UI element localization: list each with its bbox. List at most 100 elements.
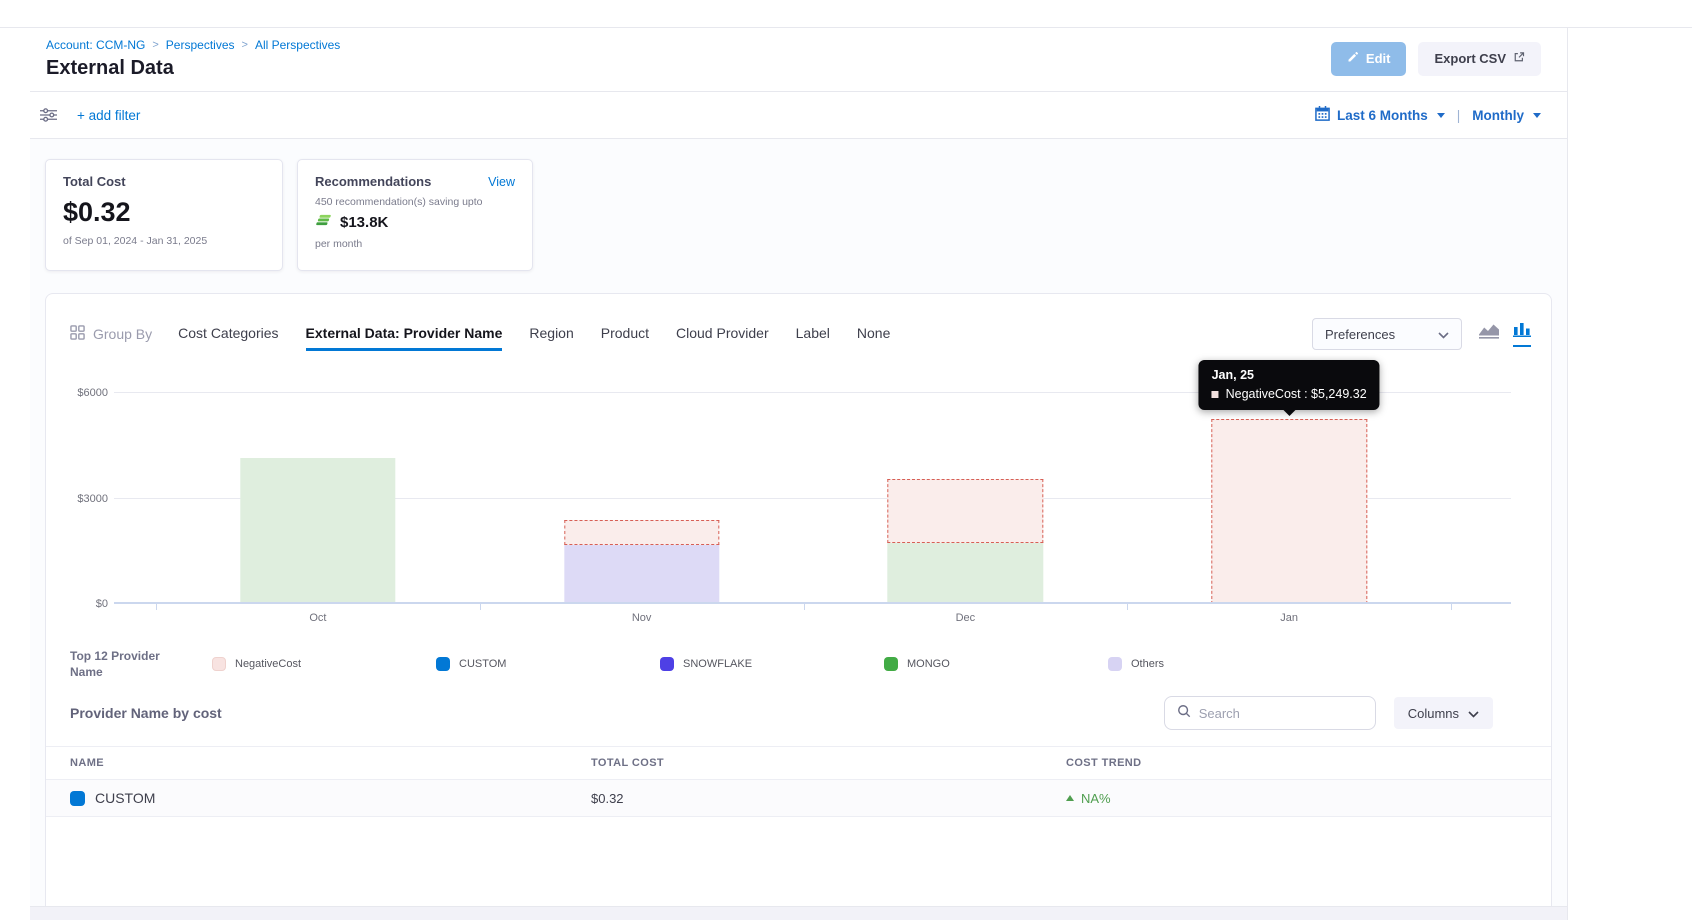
page-title: External Data xyxy=(46,57,340,80)
plot-area: Jan, 25 NegativeCost : $5,249.32 OctNovD… xyxy=(156,372,1451,604)
tooltip-series-swatch xyxy=(1212,391,1219,398)
bar-negativecost-jan[interactable] xyxy=(1211,419,1366,604)
legend-item-snowflake[interactable]: SNOWFLAKE xyxy=(660,657,884,671)
recommendations-label: Recommendations xyxy=(315,174,431,189)
y-tick-label: $6000 xyxy=(66,387,108,399)
pencil-icon xyxy=(1347,51,1359,66)
tab-cost-categories[interactable]: Cost Categories xyxy=(178,325,278,351)
export-csv-label: Export CSV xyxy=(1434,51,1506,66)
search-box[interactable] xyxy=(1164,696,1376,730)
table-header-row: NAMETOTAL COSTCOST TREND xyxy=(46,746,1551,780)
table-controls-row: Provider Name by cost Columns xyxy=(70,696,1493,730)
legend-swatch-others xyxy=(1108,657,1122,671)
legend-items: NegativeCost CUSTOM SNOWFLAKE MONGO Others xyxy=(212,657,1332,671)
summary-cards: Total Cost $0.32 of Sep 01, 2024 - Jan 3… xyxy=(45,159,1552,271)
tab-product[interactable]: Product xyxy=(601,325,649,351)
page-container: Account: CCM-NG>Perspectives>All Perspec… xyxy=(30,28,1568,920)
chevron-down-icon xyxy=(1437,113,1445,118)
legend-item-custom[interactable]: CUSTOM xyxy=(436,657,660,671)
tab-none[interactable]: None xyxy=(857,325,890,351)
tab-region[interactable]: Region xyxy=(529,325,573,351)
content-area: Total Cost $0.32 of Sep 01, 2024 - Jan 3… xyxy=(30,139,1567,920)
trend-up-icon xyxy=(1066,795,1074,801)
tab-label[interactable]: Label xyxy=(796,325,830,351)
granularity-dropdown[interactable]: Monthly xyxy=(1472,108,1541,123)
chevron-down-icon xyxy=(1468,706,1479,721)
chart-tooltip: Jan, 25 NegativeCost : $5,249.32 xyxy=(1199,360,1380,410)
column-header-total-cost[interactable]: TOTAL COST xyxy=(591,757,1066,769)
chevron-down-icon xyxy=(1438,327,1449,342)
bottom-strip xyxy=(30,906,1567,920)
axis-tick xyxy=(156,604,157,610)
money-icon xyxy=(315,213,333,232)
columns-button-label: Columns xyxy=(1408,706,1459,721)
bar-chart-icon[interactable] xyxy=(1513,322,1531,347)
filter-settings-icon[interactable] xyxy=(40,108,57,122)
legend-swatch-negativecost xyxy=(212,657,226,671)
group-by-tabs: Cost CategoriesExternal Data: Provider N… xyxy=(178,325,890,344)
export-csv-button[interactable]: Export CSV xyxy=(1418,42,1541,76)
date-range-dropdown[interactable]: Last 6 Months xyxy=(1337,108,1445,123)
legend-item-mongo[interactable]: MONGO xyxy=(884,657,1108,671)
provider-swatch xyxy=(70,791,85,806)
table-row-custom[interactable]: CUSTOM$0.32NA% xyxy=(46,780,1551,817)
column-header-name[interactable]: NAME xyxy=(46,757,591,769)
columns-button[interactable]: Columns xyxy=(1394,697,1493,729)
table-body: CUSTOM$0.32NA% xyxy=(46,780,1551,817)
total-cost-value: $0.32 xyxy=(63,197,265,228)
bar-negativecost-dec[interactable] xyxy=(888,479,1043,542)
breadcrumb-separator: > xyxy=(152,39,158,51)
page-header: Account: CCM-NG>Perspectives>All Perspec… xyxy=(30,28,1567,92)
bar-snowflake-nov[interactable] xyxy=(564,545,719,604)
recommendations-card: Recommendations View 450 recommendation(… xyxy=(297,159,533,271)
table-title: Provider Name by cost xyxy=(70,705,222,721)
legend-label: NegativeCost xyxy=(235,658,301,670)
total-cost-card: Total Cost $0.32 of Sep 01, 2024 - Jan 3… xyxy=(45,159,283,271)
bar-mongo-oct[interactable] xyxy=(240,458,395,604)
cell-total-cost: $0.32 xyxy=(591,791,1066,806)
group-by-right: Preferences xyxy=(1312,318,1531,350)
axis-tick xyxy=(804,604,805,610)
recommendations-subtitle: 450 recommendation(s) saving upto xyxy=(315,196,515,208)
view-recommendations-link[interactable]: View xyxy=(488,175,515,189)
savings-value: $13.8K xyxy=(340,214,388,231)
provider-name: CUSTOM xyxy=(95,790,155,806)
total-cost-label: Total Cost xyxy=(63,174,265,189)
legend-item-negativecost[interactable]: NegativeCost xyxy=(212,657,436,671)
legend-label: Others xyxy=(1131,658,1164,670)
top-strip xyxy=(0,0,1692,28)
breadcrumb-item-account-ccm-ng[interactable]: Account: CCM-NG xyxy=(46,38,145,52)
external-link-icon xyxy=(1513,51,1525,66)
bar-mongo-dec[interactable] xyxy=(888,543,1043,605)
bar-negativecost-nov[interactable] xyxy=(564,520,719,545)
breadcrumb-item-all-perspectives[interactable]: All Perspectives xyxy=(255,38,340,52)
tooltip-label: NegativeCost : $5,249.32 xyxy=(1226,387,1367,401)
breadcrumb-item-perspectives[interactable]: Perspectives xyxy=(166,38,235,52)
legend-label: CUSTOM xyxy=(459,658,506,670)
tab-external-data-provider-name[interactable]: External Data: Provider Name xyxy=(306,325,503,351)
edit-button-label: Edit xyxy=(1366,51,1391,66)
column-header-cost-trend[interactable]: COST TREND xyxy=(1066,757,1551,769)
area-chart-icon[interactable] xyxy=(1478,322,1500,344)
search-icon xyxy=(1177,704,1191,723)
breadcrumb: Account: CCM-NG>Perspectives>All Perspec… xyxy=(46,38,340,52)
axis-tick xyxy=(1451,604,1452,610)
axis-tick xyxy=(1127,604,1128,610)
legend-label: MONGO xyxy=(907,658,950,670)
search-input[interactable] xyxy=(1199,706,1375,721)
x-tick-label-jan: Jan xyxy=(1280,612,1298,624)
x-tick-label-dec: Dec xyxy=(956,612,976,624)
savings-period: per month xyxy=(315,238,515,250)
granularity-label: Monthly xyxy=(1472,108,1524,123)
add-filter-button[interactable]: + add filter xyxy=(77,108,140,123)
tab-cloud-provider[interactable]: Cloud Provider xyxy=(676,325,769,351)
legend-item-others[interactable]: Others xyxy=(1108,657,1332,671)
header-buttons: Edit Export CSV xyxy=(1331,42,1541,76)
legend-swatch-custom xyxy=(436,657,450,671)
chart-type-toggle xyxy=(1478,322,1531,347)
preferences-dropdown[interactable]: Preferences xyxy=(1312,318,1462,350)
preferences-label: Preferences xyxy=(1325,327,1395,342)
group-by-label-wrap: Group By xyxy=(70,325,152,343)
edit-button[interactable]: Edit xyxy=(1331,42,1407,76)
chart: $0$3000$6000 Jan, 25 NegativeCost : $5,2… xyxy=(66,372,1511,644)
